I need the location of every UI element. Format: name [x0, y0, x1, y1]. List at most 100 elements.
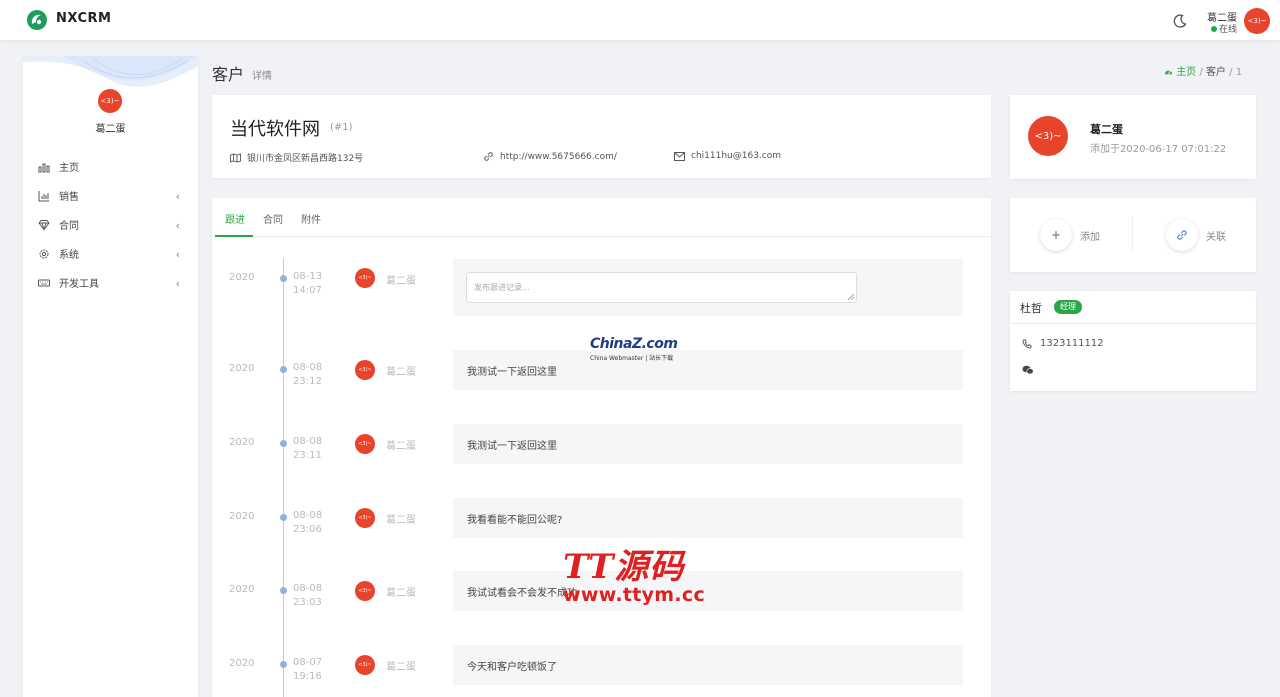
plus-icon: + [1040, 219, 1072, 251]
entry-avatar[interactable]: <3)~ [355, 434, 375, 454]
owner-profile-card: <3)~ 葛二蛋 添加于2020-06-17 07:01:22 [1010, 95, 1256, 179]
actions-card: + 添加 关联 [1010, 198, 1256, 272]
customer-address: 银川市金凤区新昌西路132号 [230, 151, 363, 164]
followup-input[interactable]: 发布跟进记录... [466, 272, 857, 303]
timeline-dot [280, 587, 287, 594]
entry-avatar[interactable]: <3)~ [355, 268, 375, 288]
gear-icon [38, 248, 50, 260]
breadcrumb-home[interactable]: 主页 [1164, 67, 1199, 78]
entry-time: 23:11 [293, 450, 322, 461]
entry-year: 2020 [229, 363, 255, 374]
breadcrumb-section[interactable]: 客户 [1206, 67, 1226, 78]
resize-grip-icon[interactable] [848, 294, 854, 300]
chevron-left-icon: ‹ [175, 248, 180, 261]
sidebar-item-label: 合同 [59, 221, 79, 232]
timeline-dot [280, 440, 287, 447]
ttym-watermark-url: www.ttym.cc [563, 584, 706, 606]
customer-name: 当代软件网 [230, 119, 320, 140]
wechat-icon[interactable] [1022, 364, 1034, 378]
timeline-entry: 2020 08-13 14:07 <3)~ 葛二蛋 发布跟进记录... [212, 259, 991, 320]
entry-avatar[interactable]: <3)~ [355, 655, 375, 675]
entry-avatar[interactable]: <3)~ [355, 581, 375, 601]
breadcrumb-home-label: 主页 [1176, 67, 1197, 78]
chinaz-watermark-main: ChinaZ.com [590, 336, 678, 352]
sidebar-avatar[interactable]: <3)~ [96, 87, 124, 115]
customer-id: (#1) [330, 122, 353, 133]
entry-avatar[interactable]: <3)~ [355, 508, 375, 528]
brand-name[interactable]: NXCRM [56, 11, 111, 26]
nxcrm-logo-icon[interactable] [26, 9, 48, 31]
tab-contract[interactable]: 合同 [263, 211, 283, 226]
keyboard-icon [38, 277, 50, 289]
entry-datetime: 08-08 23:06 [293, 509, 322, 537]
timeline-entry: 2020 08-07 19:16 <3)~ 葛二蛋 今天和客户吃顿饭了 [212, 645, 991, 697]
active-tab-indicator [215, 235, 253, 237]
entry-user: 葛二蛋 [386, 662, 416, 673]
contact-card: 杜哲 经理 1323111112 [1010, 291, 1256, 391]
owner-avatar[interactable]: <3)~ [1028, 116, 1068, 156]
contact-name: 杜哲 [1020, 302, 1042, 315]
customer-card: 当代软件网 (#1) 银川市金凤区新昌西路132号 http://www.567… [212, 95, 991, 178]
user-status-label: 在线 [1219, 25, 1238, 35]
sidebar-item-devtools[interactable]: 开发工具 ‹ [23, 268, 198, 297]
breadcrumb: 主页 / 客户 / 1 [1164, 63, 1242, 78]
contact-phone[interactable]: 1323111112 [1022, 338, 1104, 349]
breadcrumb-separator: / [1229, 67, 1233, 78]
timeline-entry: 2020 08-08 23:11 <3)~ 葛二蛋 我测试一下返回这里 [212, 424, 991, 484]
link-button-label: 关联 [1206, 231, 1226, 243]
entry-time: 14:07 [293, 285, 322, 296]
sidebar-item-label: 销售 [59, 192, 79, 203]
breadcrumb-separator: / [1199, 67, 1203, 78]
add-button-label: 添加 [1080, 231, 1100, 243]
entry-datetime: 08-13 14:07 [293, 270, 322, 298]
customer-email-text[interactable]: chi111hu@163.com [691, 151, 781, 161]
entry-time: 23:03 [293, 597, 322, 608]
entry-date: 08-07 [293, 657, 323, 668]
contact-phone-number[interactable]: 1323111112 [1040, 338, 1104, 349]
entry-content: 我试试看会不会发不成功 [453, 571, 963, 611]
customer-website-text[interactable]: http://www.5675666.com/ [500, 152, 617, 162]
customer-website[interactable]: http://www.5675666.com/ [483, 151, 617, 162]
entry-year: 2020 [229, 658, 255, 669]
phone-icon [1022, 339, 1032, 348]
ttym-watermark: TT源码 www.ttym.cc [563, 548, 705, 606]
sidebar-item-label: 系统 [59, 250, 79, 261]
entry-user: 葛二蛋 [386, 367, 416, 378]
tab-followup[interactable]: 跟进 [225, 211, 245, 226]
entry-year: 2020 [229, 511, 255, 522]
add-button[interactable]: + 添加 [1040, 219, 1100, 251]
timeline-dot [280, 661, 287, 668]
tab-attachment[interactable]: 附件 [301, 211, 321, 226]
entry-user: 葛二蛋 [386, 276, 416, 287]
sidebar-item-system[interactable]: 系统 ‹ [23, 239, 198, 268]
chinaz-watermark: ChinaZ.com China Webmaster | 站长下载 [590, 336, 678, 362]
entry-date: 08-13 [293, 271, 323, 282]
timeline-dot [280, 514, 287, 521]
followup-input-placeholder: 发布跟进记录... [474, 283, 530, 292]
entry-content: 我测试一下返回这里 [453, 424, 963, 464]
dark-mode-moon-icon[interactable] [1172, 13, 1188, 29]
top-avatar[interactable]: <3)~ [1244, 8, 1270, 34]
entry-date: 08-08 [293, 436, 323, 447]
chevron-left-icon: ‹ [175, 219, 180, 232]
chinaz-watermark-sub: China Webmaster | 站长下载 [590, 355, 674, 362]
customer-email[interactable]: chi111hu@163.com [674, 151, 781, 161]
ttym-watermark-main: TT源码 [563, 547, 685, 587]
entry-datetime: 08-08 23:11 [293, 435, 322, 463]
entry-user: 葛二蛋 [386, 588, 416, 599]
sidebar-item-home[interactable]: 主页 [23, 152, 198, 181]
entry-date: 08-08 [293, 510, 323, 521]
link-button[interactable]: 关联 [1166, 219, 1226, 251]
followup-card: 跟进 合同 附件 2020 08-13 14:07 <3)~ 葛二蛋 发布跟进记录… [212, 198, 991, 697]
mail-icon [674, 151, 685, 161]
sidebar-item-label: 主页 [59, 163, 79, 174]
sidebar-item-contract[interactable]: 合同 ‹ [23, 210, 198, 239]
bar-chart-icon [38, 190, 50, 202]
sidebar-item-sales[interactable]: 销售 ‹ [23, 181, 198, 210]
entry-year: 2020 [229, 272, 255, 283]
sidebar: <3)~ 葛二蛋 主页 销售 ‹ 合同 ‹ 系统 ‹ 开发工具 ‹ [23, 56, 198, 697]
top-user-status: 在线 [1211, 22, 1237, 35]
sidebar-item-label: 开发工具 [59, 279, 99, 290]
sidebar-user-name: 葛二蛋 [95, 124, 126, 135]
entry-avatar[interactable]: <3)~ [355, 360, 375, 380]
